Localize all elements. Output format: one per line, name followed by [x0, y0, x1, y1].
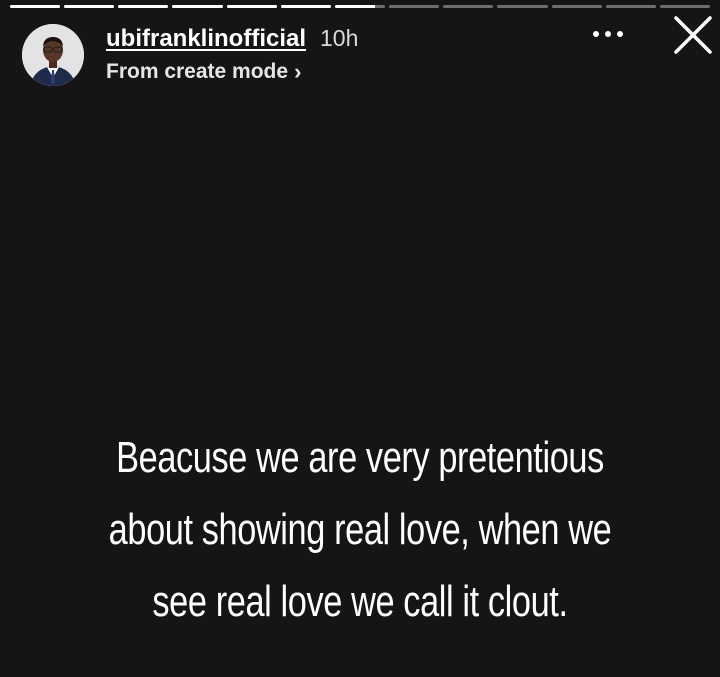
- story-progress-fill: [226, 5, 277, 8]
- story-progress-bar: [10, 5, 711, 9]
- create-mode-link[interactable]: From create mode ›: [106, 59, 358, 85]
- story-text-line: see real love we call it clout.: [152, 577, 568, 626]
- story-progress-segment: [389, 5, 440, 8]
- story-progress-segment: [118, 5, 169, 8]
- story-progress-segment: [659, 5, 711, 8]
- story-progress-fill: [172, 5, 223, 8]
- ellipsis-icon: [593, 31, 623, 37]
- story-progress-fill: [280, 5, 331, 8]
- close-icon: [674, 16, 712, 54]
- profile-avatar[interactable]: [22, 24, 84, 86]
- story-progress-segment: [497, 5, 548, 8]
- story-viewer: ubifranklinofficial 10h From create mode…: [0, 0, 720, 677]
- story-progress-segment: [10, 5, 61, 8]
- story-progress-fill: [334, 5, 376, 8]
- story-progress-segment: [280, 5, 331, 8]
- story-progress-segment: [551, 5, 602, 8]
- story-text-line: about showing real love, when we: [108, 505, 612, 554]
- story-meta-row: ubifranklinofficial 10h: [106, 25, 358, 53]
- story-text-line: Beacuse we are very pretentious: [116, 433, 604, 482]
- close-button[interactable]: [672, 14, 714, 56]
- more-options-button[interactable]: [588, 22, 628, 46]
- story-progress-segment: [172, 5, 223, 8]
- story-progress-segment: [605, 5, 656, 8]
- username-link[interactable]: ubifranklinofficial: [106, 25, 306, 53]
- story-progress-fill: [118, 5, 169, 8]
- post-time: 10h: [320, 25, 359, 51]
- chevron-right-icon: ›: [294, 59, 302, 84]
- story-progress-segment: [226, 5, 277, 8]
- create-mode-label: From create mode: [106, 60, 289, 83]
- story-meta: ubifranklinofficial 10h From create mode…: [106, 25, 358, 85]
- story-progress-segment: [334, 5, 386, 8]
- story-text: Beacuse we are very pretentious about sh…: [79, 422, 641, 638]
- story-progress-fill: [64, 5, 115, 8]
- avatar-image: [22, 24, 84, 86]
- story-progress-fill: [10, 5, 61, 8]
- story-progress-segment: [64, 5, 115, 8]
- story-progress-segment: [443, 5, 494, 8]
